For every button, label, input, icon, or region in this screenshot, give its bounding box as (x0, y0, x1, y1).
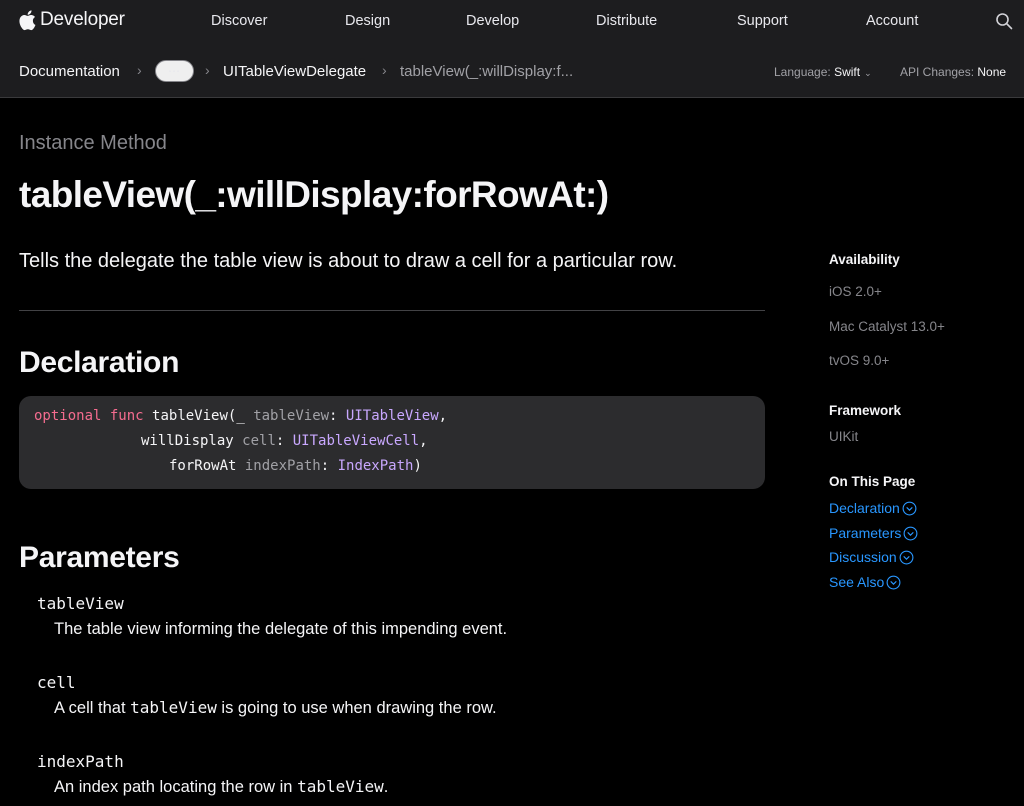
circle-chevron-down-icon (886, 575, 901, 589)
chevron-down-icon: ⌄ (864, 68, 872, 78)
param-desc-cell: A cell that tableView is going to use wh… (54, 698, 497, 717)
param-desc-indexpath: An index path locating the row in tableV… (54, 777, 389, 796)
breadcrumb-overflow-button[interactable]: ⋯ (155, 60, 194, 82)
nav-account[interactable]: Account (866, 13, 918, 29)
abstract: Tells the delegate the table view is abo… (19, 250, 678, 272)
chevron-right-icon: › (137, 62, 142, 78)
on-this-page-discussion[interactable]: Discussion (829, 549, 914, 565)
api-changes-value: None (977, 65, 1007, 79)
divider (19, 310, 765, 311)
nav-support[interactable]: Support (737, 13, 788, 29)
on-this-page-label: See Also (829, 574, 885, 590)
language-value: Swift (834, 65, 861, 79)
declaration-heading: Declaration (19, 346, 180, 379)
on-this-page-heading: On This Page (829, 474, 916, 489)
nav-distribute[interactable]: Distribute (596, 13, 657, 29)
availability-tvos: tvOS 9.0+ (829, 353, 890, 368)
on-this-page-label: Parameters (829, 525, 902, 541)
breadcrumb-bar: Documentation › ⋯ › UITableViewDelegate … (0, 44, 1024, 98)
api-changes-switcher[interactable]: API Changes: None (900, 65, 1006, 79)
nav-discover[interactable]: Discover (211, 13, 267, 29)
framework-value: UIKit (829, 429, 859, 444)
param-desc-tableview: The table view informing the delegate of… (54, 620, 508, 638)
on-this-page-see-also[interactable]: See Also (829, 574, 901, 590)
parameters-heading: Parameters (19, 541, 180, 574)
code-line-3: forRowAt indexPath: IndexPath) (169, 458, 422, 474)
framework-heading: Framework (829, 403, 902, 418)
declaration-code-block: optional func tableView(_ tableView: UIT… (19, 396, 765, 489)
on-this-page-label: Discussion (829, 549, 897, 565)
circle-chevron-down-icon (899, 550, 914, 564)
language-switcher[interactable]: Language: Swift ⌄ (774, 65, 872, 79)
circle-chevron-down-icon (902, 501, 917, 515)
param-name-tableview: tableView (37, 594, 124, 613)
developer-home-link[interactable]: Developer (18, 9, 125, 31)
global-nav: Developer Discover Design Develop Distri… (0, 0, 1024, 44)
availability-heading: Availability (829, 252, 900, 267)
chevron-right-icon: › (205, 62, 210, 78)
nav-design[interactable]: Design (345, 13, 390, 29)
availability-ios: iOS 2.0+ (829, 284, 882, 299)
page-title: tableView(_:willDisplay:forRowAt:) (19, 174, 609, 215)
type-link-uitableviewcell[interactable]: UITableViewCell (293, 433, 419, 449)
apple-logo-icon (19, 10, 36, 31)
symbol-kind: Instance Method (19, 132, 167, 154)
breadcrumb-current: tableView(_:willDisplay:f... (400, 63, 574, 80)
nav-develop[interactable]: Develop (466, 13, 519, 29)
code-line-2: willDisplay cell: UITableViewCell, (141, 433, 428, 449)
code-line-1: optional func tableView(_ tableView: UIT… (34, 408, 448, 424)
on-this-page-declaration[interactable]: Declaration (829, 500, 917, 516)
on-this-page-label: Declaration (829, 500, 900, 516)
breadcrumb-documentation[interactable]: Documentation (19, 63, 120, 80)
brand-name: Developer (40, 9, 125, 30)
language-label: Language: (774, 65, 831, 79)
on-this-page-parameters[interactable]: Parameters (829, 525, 918, 541)
search-icon[interactable] (995, 12, 1013, 30)
type-link-indexpath[interactable]: IndexPath (338, 458, 414, 474)
availability-mac-catalyst: Mac Catalyst 13.0+ (829, 319, 945, 334)
breadcrumb-uitableviewdelegate[interactable]: UITableViewDelegate (223, 63, 366, 80)
circle-chevron-down-icon (903, 526, 918, 540)
type-link-uitableview[interactable]: UITableView (346, 408, 439, 424)
param-name-cell: cell (37, 673, 76, 692)
param-name-indexpath: indexPath (37, 752, 124, 771)
chevron-right-icon: › (382, 62, 387, 78)
api-changes-label: API Changes: (900, 65, 975, 79)
